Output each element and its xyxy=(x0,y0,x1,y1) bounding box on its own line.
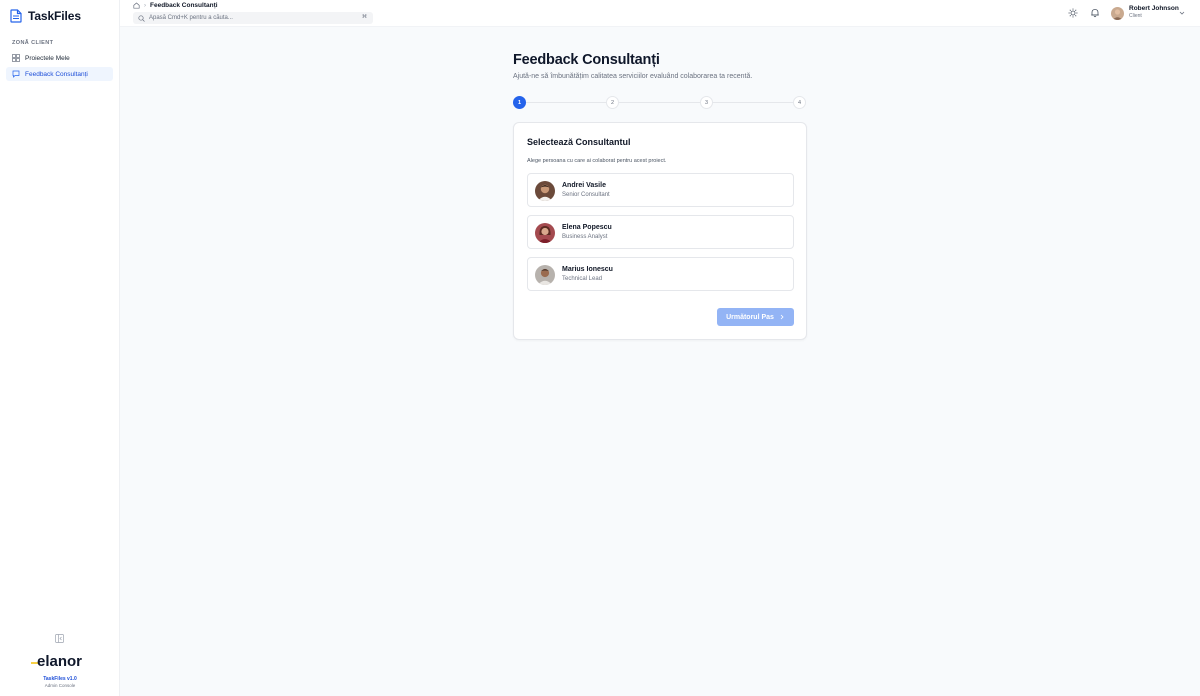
app-version: TaskFiles v1.0 xyxy=(43,676,77,682)
next-step-label: Următorul Pas xyxy=(726,313,774,321)
consultant-name: Marius Ionescu xyxy=(562,266,613,273)
breadcrumb: › Feedback Consultanți xyxy=(133,2,218,9)
consultant-option-elena[interactable]: Elena Popescu Business Analyst xyxy=(527,215,794,249)
next-step-button[interactable]: Următorul Pas xyxy=(717,308,794,326)
chat-icon xyxy=(12,70,20,78)
step-3: 3 xyxy=(700,96,713,109)
card-description: Alege persoana cu care ai colaborat pent… xyxy=(527,158,667,164)
chevron-right-icon: › xyxy=(144,2,146,9)
consultant-avatar xyxy=(535,265,555,285)
consultant-role: Business Analyst xyxy=(562,234,608,240)
user-role: Client xyxy=(1129,13,1142,19)
breadcrumb-current: Feedback Consultanți xyxy=(150,2,218,9)
avatar[interactable] xyxy=(1111,7,1124,20)
consultant-role: Senior Consultant xyxy=(562,192,610,198)
consultant-avatar xyxy=(535,223,555,243)
consultant-avatar xyxy=(535,181,555,201)
sun-icon[interactable] xyxy=(1068,8,1078,18)
sidebar: TaskFiles ZONĂ CLIENT Proiectele Mele Fe… xyxy=(0,0,120,696)
collapse-sidebar-icon[interactable] xyxy=(55,634,64,643)
stepper-track xyxy=(520,102,800,103)
topbar: › Feedback Consultanți Apasă Cmd+K pentr… xyxy=(120,0,1200,27)
page-subtitle: Ajută-ne să îmbunătățim calitatea servic… xyxy=(513,73,753,80)
bell-icon[interactable] xyxy=(1090,8,1100,18)
consultant-select-card: Selectează Consultantul Alege persoana c… xyxy=(513,122,807,340)
user-name[interactable]: Robert Johnson xyxy=(1129,5,1179,12)
svg-text:elanor: elanor xyxy=(37,653,82,670)
consultant-option-andrei[interactable]: Andrei Vasile Senior Consultant xyxy=(527,173,794,207)
sidebar-item-label: Proiectele Mele xyxy=(25,54,70,62)
search-input[interactable]: Apasă Cmd+K pentru a căuta... ⌘ xyxy=(133,12,373,24)
search-icon xyxy=(138,14,145,22)
chevron-down-icon[interactable] xyxy=(1178,9,1186,17)
brand-name: TaskFiles xyxy=(28,9,81,23)
sidebar-item-projects[interactable]: Proiectele Mele xyxy=(6,51,113,65)
consultant-name: Elena Popescu xyxy=(562,224,612,231)
chevron-right-icon xyxy=(780,314,784,320)
console-label: Admin Console xyxy=(44,683,76,688)
elanor-logo: elanor xyxy=(31,653,82,670)
sidebar-item-feedback[interactable]: Feedback Consultanți xyxy=(6,67,113,81)
document-icon xyxy=(10,9,22,23)
search-placeholder: Apasă Cmd+K pentru a căuta... xyxy=(149,15,233,21)
step-1: 1 xyxy=(513,96,526,109)
page-title: Feedback Consultanți xyxy=(513,52,660,68)
brand[interactable]: TaskFiles xyxy=(10,9,81,23)
sidebar-item-label: Feedback Consultanți xyxy=(25,70,88,78)
section-label: ZONĂ CLIENT xyxy=(12,40,54,46)
consultant-option-marius[interactable]: Marius Ionescu Technical Lead xyxy=(527,257,794,291)
card-title: Selectează Consultantul xyxy=(527,137,631,147)
step-2: 2 xyxy=(606,96,619,109)
home-icon[interactable] xyxy=(133,2,140,9)
grid-icon xyxy=(12,54,20,62)
consultant-name: Andrei Vasile xyxy=(562,182,606,189)
consultant-role: Technical Lead xyxy=(562,276,603,282)
step-4: 4 xyxy=(793,96,806,109)
shortcut-hint: ⌘ xyxy=(362,14,367,20)
